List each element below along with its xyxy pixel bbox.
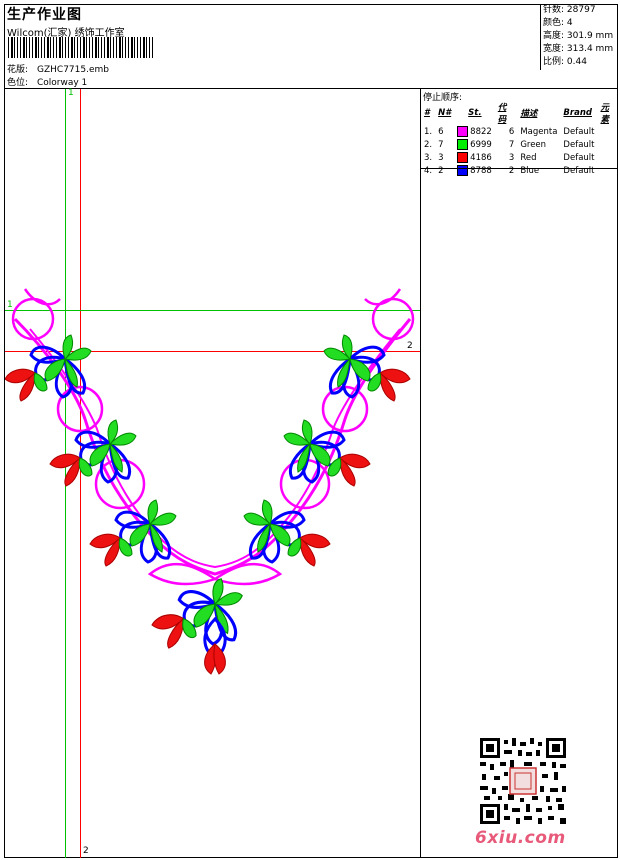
embroidery-design [5, 288, 415, 675]
stop-sequence-divider [421, 168, 618, 169]
table-row: 2. 7 6999 7 Green Default [424, 139, 595, 150]
stat-width: 宽度: 313.4 mm [543, 44, 614, 54]
color-swatch [457, 152, 469, 163]
qr-code [480, 738, 566, 824]
colorway-line: 色位: Colorway 1 [7, 75, 87, 88]
pattern-label: 花版: [7, 65, 29, 75]
pattern-line: 花版: GZHC7715.emb [7, 62, 109, 75]
col-header: 元素 [600, 103, 609, 125]
stop-sequence-table: # N# St. 代码 描述 Brand 元素 1. 6 8822 6 Mage… [421, 101, 620, 177]
stat-stitches: 针数: 28797 [543, 5, 596, 15]
table-header-row: # N# St. 代码 描述 Brand 元素 [421, 101, 620, 125]
col-header: St. [468, 108, 482, 118]
col-header: 代码 [497, 103, 507, 125]
stat-colors: 颜色: 4 [543, 18, 573, 28]
col-header: # [424, 108, 430, 118]
site-watermark: 6xiu.com [475, 828, 566, 848]
stat-height: 高度: 301.9 mm [543, 31, 614, 41]
col-header: Brand [563, 108, 592, 118]
colorway-label: 色位: [7, 78, 29, 88]
table-row: 4. 2 8788 2 Blue Default [424, 165, 595, 176]
col-header: 描述 [520, 109, 538, 119]
color-swatch [457, 165, 469, 176]
color-swatch [457, 126, 469, 137]
barcode [8, 37, 153, 58]
color-swatch [457, 139, 469, 150]
table-row: 3. 3 4186 3 Red Default [424, 152, 595, 163]
pattern-value: GZHC7715.emb [37, 65, 109, 75]
stats-panel: 针数: 28797 颜色: 4 高度: 301.9 mm 宽度: 313.4 m… [540, 4, 619, 70]
colorway-value: Colorway 1 [37, 78, 88, 88]
table-row: 1. 6 8822 6 Magenta Default [424, 126, 595, 137]
panel-divider [420, 88, 421, 858]
col-header: N# [438, 108, 452, 118]
stat-scale: 比例: 0.44 [543, 57, 587, 67]
sheet-title: 生产作业图 [7, 7, 82, 23]
